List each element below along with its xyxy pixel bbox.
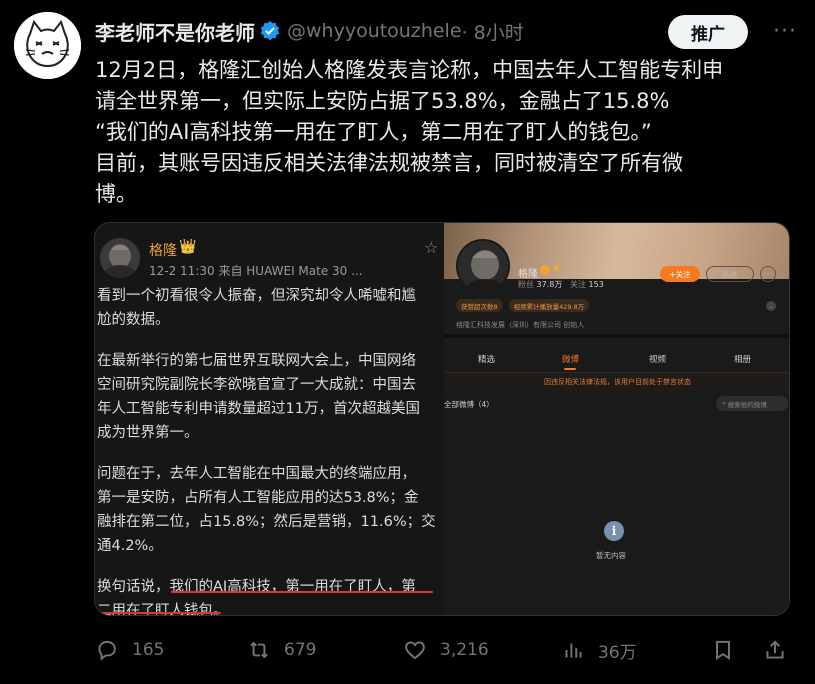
profile-badge: 获赞超次数8: [456, 299, 503, 312]
profile-more-icon: ···: [760, 266, 776, 282]
embedded-line: 通4.2%。: [97, 538, 163, 554]
embedded-line: 在最新举行的第七届世界互联网大会上，中国网络: [97, 353, 416, 369]
info-icon: i: [604, 521, 624, 541]
tweet-actions: 165 679 3,216 36万: [94, 632, 794, 668]
profile-stats: 粉丝 37.8万 关注 153: [518, 280, 604, 289]
tweet-text: 12月2日，格隆汇创始人格隆发表言论称，中国去年人工智能专利申 请全世界第一，但…: [95, 55, 795, 210]
embedded-line: 年人工智能专利申请数量超过11万，首次超越美国: [97, 401, 420, 417]
profile-badges: 获赞超次数8 视频累计播放量429.8万: [456, 299, 590, 312]
embedded-line: 融排在第二位，占15.8%；然后是营销，11.6%；交: [97, 514, 436, 530]
red-underline: [171, 591, 433, 593]
share-icon: [766, 640, 784, 659]
tab-video: 视频: [649, 355, 667, 365]
embedded-post-meta: 12-2 11:30 来自 HUAWEI Mate 30 ...: [149, 264, 363, 278]
profile-avatar: [456, 239, 510, 293]
profile-company: 格隆汇科技发展（深圳）有限公司 创始人: [456, 321, 585, 329]
embedded-line: 空间研究院副院长李欲晓官宣了一大成就：中国去: [97, 377, 416, 393]
share-button[interactable]: [762, 632, 788, 668]
embedded-line: 问题在于，去年人工智能在中国最大的终端应用，: [97, 466, 416, 482]
tweet-header: 李老师不是你老师 @whyyoutouzhele · 8小时: [95, 14, 524, 48]
repost-count: 679: [284, 640, 317, 660]
empty-text: 暂无内容: [596, 551, 626, 560]
like-button[interactable]: 3,216: [402, 632, 489, 668]
crown-icon: 👑: [179, 239, 197, 255]
embedded-avatar: [100, 238, 140, 278]
reply-button[interactable]: 165: [94, 632, 164, 668]
more-options-icon[interactable]: ···: [770, 16, 800, 46]
bookmark-icon: [716, 640, 730, 660]
tab-weibo: 微博: [562, 355, 580, 365]
tab-featured: 精选: [478, 355, 496, 365]
tweet-line: 博。: [95, 182, 137, 206]
tweet-timestamp[interactable]: · 8小时: [462, 18, 524, 45]
author-avatar[interactable]: [14, 12, 81, 79]
promote-button[interactable]: 推广: [668, 15, 748, 49]
embedded-line: 成为世界第一。: [97, 425, 199, 441]
embedded-line: 尬的数据。: [97, 312, 170, 328]
repost-icon: [250, 641, 268, 659]
verified-badge-icon: [259, 20, 281, 42]
embedded-weibo-post: 格隆 👑 12-2 11:30 来自 HUAWEI Mate 30 ... ☆ …: [95, 223, 444, 615]
profile-crown-icon: ♛: [552, 263, 561, 274]
red-underline: [99, 612, 221, 614]
tweet-media-image[interactable]: 格隆 👑 12-2 11:30 来自 HUAWEI Mate 30 ... ☆ …: [94, 222, 790, 616]
embedded-author-name: 格隆: [149, 243, 177, 259]
weibo-profile-screenshot: 格隆 ♛ 粉丝 37.8万 关注 153 +关注 私信 ··· 获赞超次数8 视…: [444, 223, 789, 615]
profile-search-input: ⌕ 搜索他的微博: [716, 396, 788, 411]
profile-tabs: 精选 微博 视频 相册: [444, 347, 789, 367]
embedded-line: 换句话说，我们的AI高科技，第一用在了盯人，第: [97, 579, 416, 595]
tab-album: 相册: [734, 355, 752, 365]
tweet-line: 目前，其账号因违反相关法律法规被禁言，同时被清空了所有微: [95, 151, 683, 175]
embedded-line: 第一是安防，占所有人工智能应用的达53.8%；金: [97, 490, 419, 506]
views-count: 36万: [598, 642, 637, 663]
feed-title: 全部微博（4）: [444, 400, 494, 409]
heart-icon: [405, 641, 425, 660]
bookmark-button[interactable]: [710, 632, 736, 668]
like-count: 3,216: [440, 640, 489, 660]
embedded-post-body: 看到一个初看很令人振奋，但深究却令人唏嘘和尴 尬的数据。 在最新举行的第七届世界…: [97, 284, 442, 615]
author-name[interactable]: 李老师不是你老师: [95, 17, 255, 46]
profile-verified-icon: [540, 265, 550, 275]
ban-notice: 因违反相关法律法规，该用户目前处于禁言状态: [444, 373, 789, 391]
tweet-line: “我们的AI高科技第一用在了盯人，第二用在了盯人的钱包。”: [95, 120, 652, 144]
active-tab-indicator: [564, 368, 576, 370]
star-icon: ☆: [424, 238, 439, 257]
views-button[interactable]: 36万: [560, 632, 637, 668]
reply-count: 165: [132, 640, 165, 660]
embedded-line: 看到一个初看很令人振奋，但深究却令人唏嘘和尴: [97, 288, 416, 304]
reply-icon: [98, 640, 116, 661]
views-icon: [565, 643, 582, 658]
tweet-line: 12月2日，格隆汇创始人格隆发表言论称，中国去年人工智能专利申: [95, 58, 724, 82]
profile-message-button: 私信: [706, 266, 754, 282]
profile-badge: 视频累计播放量429.8万: [508, 299, 590, 312]
profile-follow-button: +关注: [660, 266, 700, 282]
chevron-down-icon: ⌄: [766, 301, 776, 311]
author-handle[interactable]: @whyyoutouzhele: [287, 20, 462, 42]
tweet-line: 请全世界第一，但实际上安防占据了53.8%，金融占了15.8%: [95, 89, 670, 113]
repost-button[interactable]: 679: [246, 632, 316, 668]
profile-name: 格隆: [518, 269, 538, 280]
